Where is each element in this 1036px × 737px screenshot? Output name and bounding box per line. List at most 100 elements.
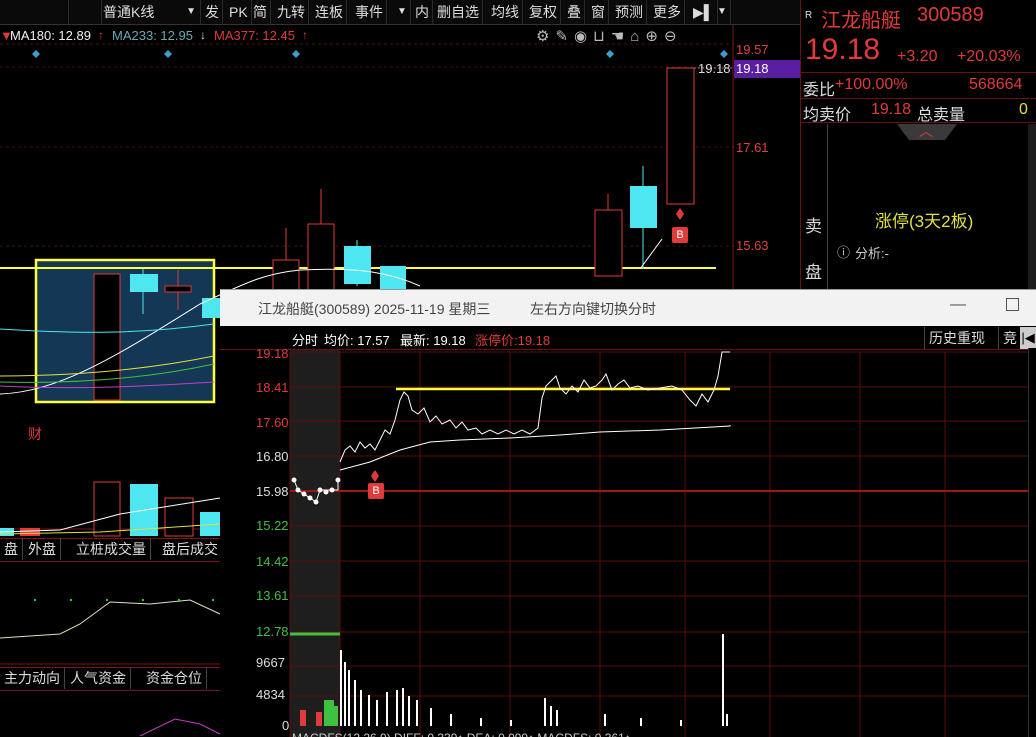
ma180-label: MA180: 12.89 [10, 28, 91, 43]
stock-name: 江龙船艇 [821, 10, 901, 32]
collapse-button[interactable]: ︿ [897, 124, 957, 140]
candle [93, 273, 121, 401]
toolbar-item-junxian[interactable]: 均线 [488, 0, 523, 24]
current-price-tag: 19.18 [734, 60, 800, 78]
volume-label: 9667 [256, 655, 285, 670]
chevron-down-icon[interactable]: ▼ [714, 0, 731, 24]
analysis-text: 分析:- [855, 246, 889, 261]
toolbar-item-lianban[interactable]: 连板 [312, 0, 347, 24]
intraday-chart [289, 350, 1036, 737]
candle [380, 266, 406, 290]
y-label: 14.42 [256, 554, 289, 569]
chart-type-select[interactable]: 普通K线 ▼ [100, 0, 201, 24]
auction-button[interactable]: 竞 [998, 327, 1021, 349]
limit-price: 涨停价:19.18 [475, 333, 551, 348]
avg-price: 均价: 17.57 [324, 333, 390, 348]
tab-main-force[interactable]: 主力动向 [0, 667, 65, 689]
weibi-num: 568664 [969, 76, 1023, 93]
tab-waipan[interactable]: 外盘 [24, 538, 61, 560]
lock-icon[interactable]: ⌂ [630, 28, 645, 45]
buy-marker[interactable]: B [368, 483, 384, 499]
chart-tools: ⚙✎◉⊔☚⌂⊕⊖ [536, 27, 683, 45]
popup-titlebar[interactable]: 江龙船艇(300589) 2025-11-19 星期三 左右方向键切换分时 — [220, 290, 1036, 326]
toolbar-item-gengduo[interactable]: 更多 [650, 0, 685, 24]
limit-status: 涨停(3天2板) [875, 212, 974, 231]
price-label-current: 19.18 [698, 61, 731, 76]
r-badge: R [805, 10, 813, 21]
toolbar-item-pk[interactable]: PK [226, 0, 252, 24]
popup-infobar: 分时 均价: 17.57 最新: 19.18 涨停价:19.18 历史重现 竞 … [220, 327, 1036, 350]
buy-marker[interactable]: B [672, 227, 688, 243]
tab-neipan[interactable]: 盘 [0, 538, 23, 560]
weibi-label: 委比 [803, 82, 836, 99]
arrow-down-icon: ↓ [200, 28, 206, 42]
hand-icon[interactable]: ☚ [611, 28, 630, 45]
eye-icon[interactable]: ◉ [574, 28, 593, 45]
finance-marker[interactable]: 财 [28, 424, 42, 444]
macd-legend: MACDFS(12,26,9) DIFF: 0.339↑ DEA: 0.099↑… [292, 731, 631, 737]
avg-sell-value: 19.18 [871, 101, 912, 118]
stock-change-pct: +20.03% [957, 48, 1021, 65]
toolbar-item-die[interactable]: 叠 [564, 0, 585, 24]
history-replay-button[interactable]: 历史重现 [924, 327, 989, 349]
stock-code: 300589 [917, 4, 984, 26]
zoom-in-icon[interactable]: ⊕ [645, 28, 664, 45]
maximize-icon[interactable] [1006, 298, 1019, 311]
popup-hint: 左右方向键切换分时 [530, 301, 656, 317]
marker-diamond [32, 50, 40, 58]
dropdown-icon[interactable]: ▼ [394, 0, 411, 24]
tab-popularity-funds[interactable]: 人气资金 [66, 667, 131, 689]
zoom-out-icon[interactable]: ⊖ [664, 28, 683, 45]
chevron-up-icon: ︿ [919, 123, 933, 139]
volume-label: 0 [282, 718, 290, 733]
chart-toolbar: 普通K线 ▼ 发 PK 简 九转 连板 事件 ▼ 内 删自选 均线 复权 叠 窗… [0, 0, 800, 25]
marker-diamond [606, 50, 614, 58]
side-scrollbar[interactable] [1028, 124, 1036, 292]
highlight-region [36, 260, 214, 402]
toolbar-blank [68, 0, 102, 24]
price-label: 15.63 [736, 238, 769, 253]
y-label: 15.22 [256, 518, 289, 533]
minimize-icon[interactable]: — [950, 296, 966, 314]
volume-label: 4834 [256, 687, 285, 702]
toolbar-item-nei[interactable]: 内 [412, 0, 433, 24]
y-label: 13.61 [256, 588, 289, 603]
info-icon[interactable]: ⓘ [837, 242, 850, 261]
pen-icon[interactable]: ✎ [555, 28, 574, 45]
intraday-popup: 江龙船艇(300589) 2025-11-19 星期三 左右方向键切换分时 — … [220, 289, 1036, 737]
toolbar-item-yuce[interactable]: 预测 [612, 0, 647, 24]
collapse-left-icon[interactable]: |◀ [1020, 327, 1036, 349]
toolbar-item-fuquan[interactable]: 复权 [526, 0, 561, 24]
sell-side-label: 卖 [805, 217, 822, 236]
stock-price: 19.18 [805, 33, 881, 66]
latest-price: 最新: 19.18 [400, 333, 466, 348]
candle [630, 186, 657, 228]
marker-diamond [292, 50, 300, 58]
sell-side-label: 盘 [805, 263, 822, 282]
toolbar-item-fa[interactable]: 发 [202, 0, 223, 24]
candle [594, 209, 623, 277]
popup-title: 江龙船艇(300589) 2025-11-19 星期三 [258, 301, 491, 317]
candle [272, 259, 300, 291]
candle [164, 285, 192, 293]
toolbar-item-shijian[interactable]: 事件 [352, 0, 387, 24]
basket-icon[interactable]: ⊔ [593, 28, 611, 45]
tab-lizhuang-volume[interactable]: 立桩成交量 [72, 538, 151, 560]
popup-scrollbar[interactable] [1028, 348, 1036, 737]
tab-fund-position[interactable]: 资金仓位 [142, 667, 207, 689]
total-sell-value: 0 [1019, 101, 1028, 118]
stock-change: +3.20 [897, 48, 938, 65]
arrow-up-icon: ↑ [302, 28, 308, 42]
candle [130, 274, 158, 292]
toolbar-item-shanzixuan[interactable]: 删自选 [434, 0, 483, 24]
toolbar-item-jian[interactable]: 简 [250, 0, 271, 24]
toolbar-item-chuang[interactable]: 窗 [588, 0, 609, 24]
y-label: 12.78 [256, 624, 289, 639]
ma233-label: MA233: 12.95 [112, 28, 193, 43]
candle [307, 223, 335, 291]
ma377-label: MA377: 12.45 [214, 28, 295, 43]
gear-icon[interactable]: ⚙ [536, 28, 555, 45]
toolbar-item-jiuzhuan[interactable]: 九转 [274, 0, 309, 24]
price-label-top: 19.57 [736, 42, 769, 57]
tab-after-hours-volume[interactable]: 盘后成交 [158, 538, 223, 560]
